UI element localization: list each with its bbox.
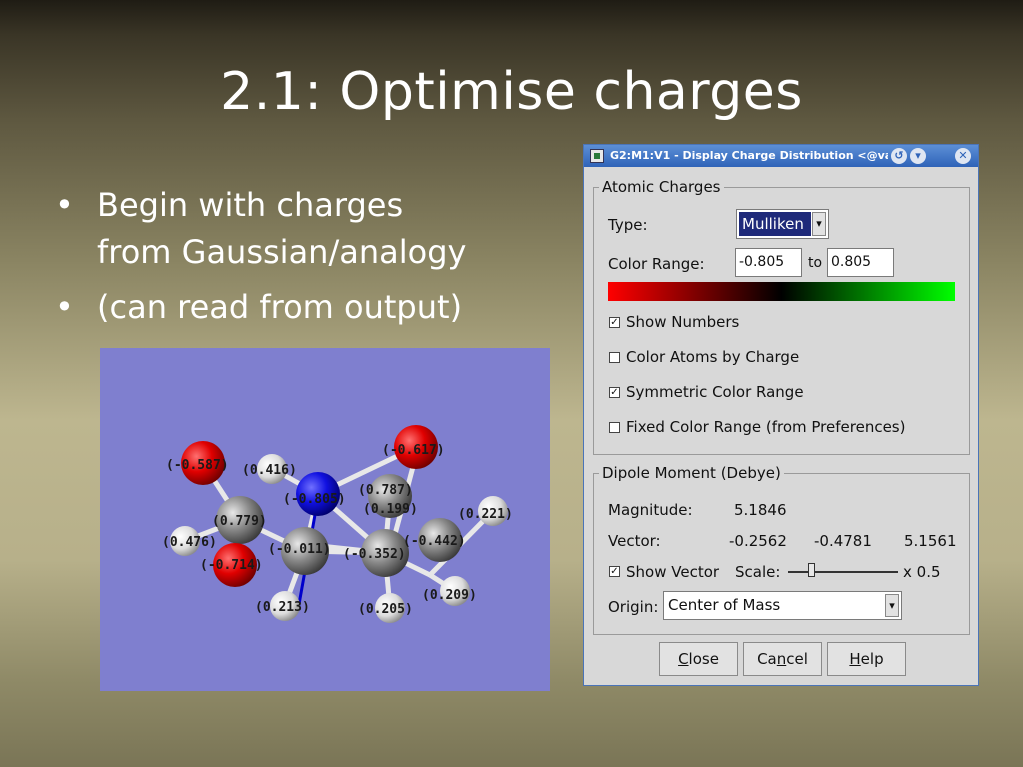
cancel-mnemonic: n	[776, 650, 787, 668]
vector-x-value: -0.2562	[729, 532, 787, 550]
charge-type-value: Mulliken	[739, 212, 811, 236]
close-icon[interactable]: ✕	[955, 148, 971, 164]
origin-label: Origin:	[608, 598, 659, 616]
dialog-title: G2:M1:V1 - Display Charge Distribution <…	[610, 149, 888, 162]
range-min-input[interactable]: -0.805	[735, 248, 802, 277]
bullet-line: Begin with charges	[97, 186, 404, 224]
scale-slider-track[interactable]	[788, 571, 898, 573]
charge-label: (0.779)	[212, 514, 267, 529]
charge-label: (-0.805)	[283, 492, 346, 507]
close-mnemonic: C	[678, 650, 689, 668]
symmetric-range-checkbox[interactable]: ✓	[609, 387, 620, 398]
charge-label: (0.221)	[458, 507, 513, 522]
color-atoms-label: Color Atoms by Charge	[626, 348, 800, 366]
charge-label: (0.209)	[422, 588, 477, 603]
charge-label: (0.213)	[255, 600, 310, 615]
charge-distribution-dialog: G2:M1:V1 - Display Charge Distribution <…	[583, 144, 979, 686]
molecule-viewer: (-0.587) (0.416) (-0.805) (0.787) (-0.61…	[100, 348, 550, 691]
cancel-button[interactable]: Cancel	[743, 642, 822, 676]
charge-label: (0.787)	[358, 483, 413, 498]
help-label: elp	[860, 650, 884, 668]
cancel-label-b: cel	[786, 650, 808, 668]
slide-title: 2.1: Optimise charges	[220, 62, 803, 122]
dropdown-arrow-icon[interactable]: ▾	[812, 212, 826, 236]
color-atoms-checkbox[interactable]	[609, 352, 620, 363]
show-numbers-label: Show Numbers	[626, 313, 740, 331]
origin-value: Center of Mass	[668, 596, 781, 614]
bullet-item: • (can read from output)	[55, 284, 466, 331]
charge-label: (0.476)	[162, 535, 217, 550]
charge-label: (0.416)	[242, 463, 297, 478]
range-to-label: to	[808, 255, 823, 271]
collapse-icon[interactable]: ↺	[891, 148, 907, 164]
cancel-label-a: Ca	[757, 650, 777, 668]
origin-select[interactable]: Center of Mass ▾	[663, 591, 902, 620]
type-label: Type:	[608, 216, 648, 234]
atomic-charges-legend: Atomic Charges	[599, 178, 724, 196]
help-button[interactable]: Help	[827, 642, 906, 676]
charge-label: (-0.352)	[343, 547, 406, 562]
dialog-titlebar[interactable]: G2:M1:V1 - Display Charge Distribution <…	[584, 145, 978, 167]
fixed-range-checkbox[interactable]	[609, 422, 620, 433]
color-range-gradient	[608, 282, 955, 301]
vector-label: Vector:	[608, 532, 661, 550]
molecule-image: (-0.587) (0.416) (-0.805) (0.787) (-0.61…	[162, 425, 513, 623]
bullet-item: • Begin with charges from Gaussian/analo…	[55, 182, 466, 276]
bullet-dot: •	[55, 186, 74, 224]
charge-label: (-0.442)	[403, 534, 466, 549]
bullet-dot: •	[55, 288, 74, 326]
bullet-line: (can read from output)	[97, 288, 463, 326]
dipole-moment-legend: Dipole Moment (Debye)	[599, 464, 784, 482]
fixed-range-label: Fixed Color Range (from Preferences)	[626, 418, 906, 436]
range-max-input[interactable]: 0.805	[827, 248, 894, 277]
magnitude-label: Magnitude:	[608, 501, 693, 519]
show-numbers-checkbox[interactable]: ✓	[609, 317, 620, 328]
charge-label: (0.205)	[358, 602, 413, 617]
charge-label: (0.199)	[363, 502, 418, 517]
dropdown-arrow-icon[interactable]: ▾	[885, 594, 899, 617]
close-label: lose	[688, 650, 719, 668]
vector-z-value: 5.1561	[904, 532, 957, 550]
bullet-line: from Gaussian/analogy	[97, 233, 467, 271]
help-mnemonic: H	[849, 650, 861, 668]
vector-y-value: -0.4781	[814, 532, 872, 550]
scale-label: Scale:	[735, 563, 781, 581]
scale-value: x 0.5	[903, 563, 941, 581]
color-range-label: Color Range:	[608, 255, 705, 273]
charge-label: (-0.587)	[166, 458, 229, 473]
menu-icon[interactable]: ▾	[910, 148, 926, 164]
bullet-list: • Begin with charges from Gaussian/analo…	[55, 182, 466, 331]
charge-label: (-0.714)	[200, 558, 263, 573]
charge-type-select[interactable]: Mulliken ▾	[736, 209, 829, 239]
close-button[interactable]: Close	[659, 642, 738, 676]
charge-label: (-0.011)	[268, 542, 331, 557]
magnitude-value: 5.1846	[734, 501, 787, 519]
app-icon	[590, 149, 604, 163]
charge-label: (-0.617)	[382, 443, 445, 458]
scale-slider-handle[interactable]	[808, 563, 815, 577]
bullet-text: Begin with charges from Gaussian/analogy	[97, 182, 466, 276]
show-vector-label: Show Vector	[626, 563, 720, 581]
show-vector-checkbox[interactable]: ✓	[609, 566, 620, 577]
symmetric-range-label: Symmetric Color Range	[626, 383, 804, 401]
